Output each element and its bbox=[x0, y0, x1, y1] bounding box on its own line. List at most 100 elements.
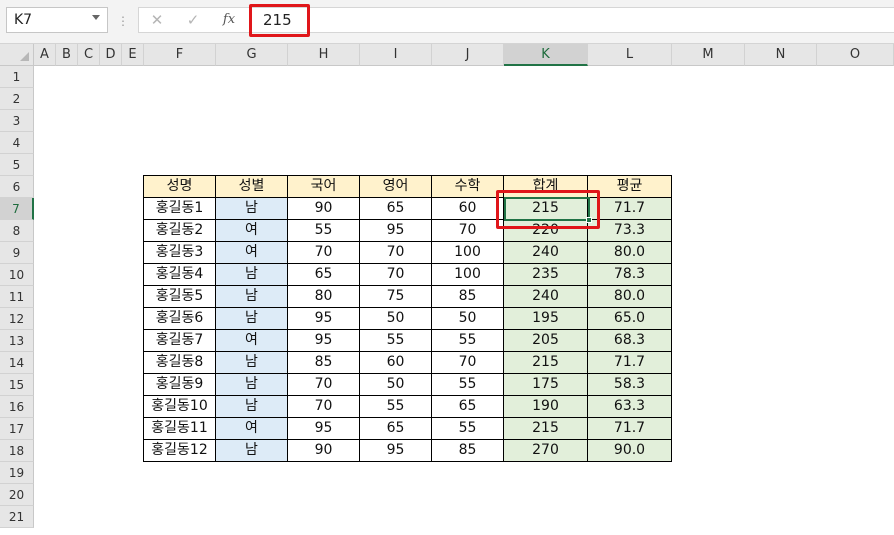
table-cell[interactable]: 50 bbox=[360, 308, 432, 330]
row-header-21[interactable]: 21 bbox=[0, 506, 34, 528]
table-cell[interactable]: 홍길동12 bbox=[144, 440, 216, 462]
table-cell[interactable]: 55 bbox=[360, 330, 432, 352]
table-cell[interactable]: 240 bbox=[504, 242, 588, 264]
row-header-12[interactable]: 12 bbox=[0, 308, 34, 330]
table-cell[interactable]: 50 bbox=[360, 374, 432, 396]
table-cell[interactable]: 홍길동9 bbox=[144, 374, 216, 396]
table-cell[interactable]: 73.3 bbox=[588, 220, 672, 242]
table-cell[interactable]: 70 bbox=[288, 374, 360, 396]
table-cell[interactable]: 남 bbox=[216, 396, 288, 418]
enter-icon[interactable]: ✓ bbox=[183, 7, 203, 33]
table-cell[interactable]: 60 bbox=[432, 198, 504, 220]
column-header-b[interactable]: B bbox=[56, 44, 78, 66]
table-cell[interactable]: 190 bbox=[504, 396, 588, 418]
drag-handle-icon[interactable]: ⋮ bbox=[117, 12, 129, 30]
row-header-18[interactable]: 18 bbox=[0, 440, 34, 462]
table-cell[interactable]: 71.7 bbox=[588, 418, 672, 440]
column-header-h[interactable]: H bbox=[288, 44, 360, 66]
table-cell[interactable]: 235 bbox=[504, 264, 588, 286]
row-header-5[interactable]: 5 bbox=[0, 154, 34, 176]
table-cell[interactable]: 남 bbox=[216, 264, 288, 286]
table-cell[interactable]: 홍길동11 bbox=[144, 418, 216, 440]
table-header-cell[interactable]: 평균 bbox=[588, 176, 672, 198]
row-header-11[interactable]: 11 bbox=[0, 286, 34, 308]
table-cell[interactable]: 55 bbox=[360, 396, 432, 418]
row-header-7[interactable]: 7 bbox=[0, 198, 34, 220]
table-cell[interactable]: 70 bbox=[288, 242, 360, 264]
table-cell[interactable]: 215 bbox=[504, 352, 588, 374]
table-cell[interactable]: 홍길동8 bbox=[144, 352, 216, 374]
column-header-m[interactable]: M bbox=[672, 44, 745, 66]
table-header-cell[interactable]: 영어 bbox=[360, 176, 432, 198]
table-cell[interactable]: 75 bbox=[360, 286, 432, 308]
row-header-4[interactable]: 4 bbox=[0, 132, 34, 154]
row-header-13[interactable]: 13 bbox=[0, 330, 34, 352]
table-cell[interactable]: 홍길동6 bbox=[144, 308, 216, 330]
row-header-19[interactable]: 19 bbox=[0, 462, 34, 484]
table-cell[interactable]: 55 bbox=[432, 330, 504, 352]
table-cell[interactable]: 여 bbox=[216, 242, 288, 264]
table-header-cell[interactable]: 국어 bbox=[288, 176, 360, 198]
table-cell[interactable]: 65 bbox=[432, 396, 504, 418]
column-header-n[interactable]: N bbox=[745, 44, 817, 66]
row-header-6[interactable]: 6 bbox=[0, 176, 34, 198]
chevron-down-icon[interactable] bbox=[92, 15, 100, 20]
table-cell[interactable]: 95 bbox=[360, 220, 432, 242]
table-cell[interactable]: 55 bbox=[432, 374, 504, 396]
row-header-2[interactable]: 2 bbox=[0, 88, 34, 110]
table-cell[interactable]: 50 bbox=[432, 308, 504, 330]
name-box[interactable]: K7 bbox=[6, 7, 108, 33]
table-cell[interactable]: 63.3 bbox=[588, 396, 672, 418]
table-cell[interactable]: 남 bbox=[216, 352, 288, 374]
table-cell[interactable]: 90.0 bbox=[588, 440, 672, 462]
table-cell[interactable]: 80 bbox=[288, 286, 360, 308]
table-cell[interactable]: 100 bbox=[432, 242, 504, 264]
table-cell[interactable]: 홍길동1 bbox=[144, 198, 216, 220]
column-header-l[interactable]: L bbox=[588, 44, 672, 66]
column-header-a[interactable]: A bbox=[34, 44, 56, 66]
table-cell[interactable]: 175 bbox=[504, 374, 588, 396]
row-header-17[interactable]: 17 bbox=[0, 418, 34, 440]
row-header-10[interactable]: 10 bbox=[0, 264, 34, 286]
table-cell[interactable]: 홍길동4 bbox=[144, 264, 216, 286]
row-header-9[interactable]: 9 bbox=[0, 242, 34, 264]
table-cell[interactable]: 85 bbox=[432, 440, 504, 462]
column-header-f[interactable]: F bbox=[144, 44, 216, 66]
table-cell[interactable]: 남 bbox=[216, 286, 288, 308]
table-header-cell[interactable]: 성별 bbox=[216, 176, 288, 198]
table-cell[interactable]: 270 bbox=[504, 440, 588, 462]
table-cell[interactable]: 215 bbox=[504, 418, 588, 440]
table-cell[interactable]: 홍길동10 bbox=[144, 396, 216, 418]
table-cell[interactable]: 71.7 bbox=[588, 198, 672, 220]
column-header-e[interactable]: E bbox=[122, 44, 144, 66]
table-cell[interactable]: 70 bbox=[432, 352, 504, 374]
table-cell[interactable]: 60 bbox=[360, 352, 432, 374]
table-cell[interactable]: 남 bbox=[216, 374, 288, 396]
table-cell[interactable]: 65 bbox=[288, 264, 360, 286]
table-cell[interactable]: 홍길동3 bbox=[144, 242, 216, 264]
table-cell[interactable]: 85 bbox=[288, 352, 360, 374]
table-cell[interactable]: 71.7 bbox=[588, 352, 672, 374]
table-cell[interactable]: 95 bbox=[288, 308, 360, 330]
table-cell[interactable]: 195 bbox=[504, 308, 588, 330]
table-cell[interactable]: 78.3 bbox=[588, 264, 672, 286]
row-header-8[interactable]: 8 bbox=[0, 220, 34, 242]
table-cell[interactable]: 80.0 bbox=[588, 242, 672, 264]
row-header-3[interactable]: 3 bbox=[0, 110, 34, 132]
cancel-icon[interactable]: ✕ bbox=[147, 7, 167, 33]
column-header-g[interactable]: G bbox=[216, 44, 288, 66]
table-cell[interactable]: 90 bbox=[288, 440, 360, 462]
row-header-20[interactable]: 20 bbox=[0, 484, 34, 506]
column-header-o[interactable]: O bbox=[817, 44, 894, 66]
table-cell[interactable]: 홍길동2 bbox=[144, 220, 216, 242]
table-cell[interactable]: 58.3 bbox=[588, 374, 672, 396]
table-cell[interactable]: 65.0 bbox=[588, 308, 672, 330]
table-header-cell[interactable]: 성명 bbox=[144, 176, 216, 198]
column-header-i[interactable]: I bbox=[360, 44, 432, 66]
table-cell[interactable]: 90 bbox=[288, 198, 360, 220]
table-cell[interactable]: 205 bbox=[504, 330, 588, 352]
table-cell[interactable]: 85 bbox=[432, 286, 504, 308]
row-header-14[interactable]: 14 bbox=[0, 352, 34, 374]
table-cell[interactable]: 홍길동7 bbox=[144, 330, 216, 352]
column-header-j[interactable]: J bbox=[432, 44, 504, 66]
